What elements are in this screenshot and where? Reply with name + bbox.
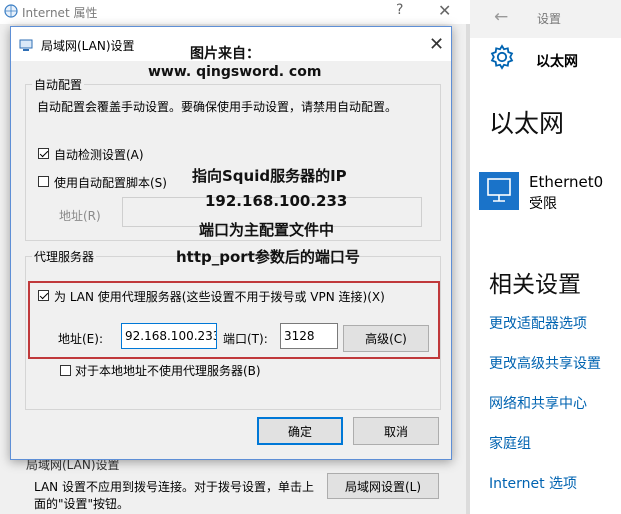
auto-detect-label[interactable]: 自动检测设置(A)	[54, 146, 144, 163]
use-script-checkbox[interactable]	[38, 176, 49, 187]
internet-properties-close-button[interactable]: ✕	[438, 1, 451, 20]
proxy-server-legend: 代理服务器	[34, 250, 95, 264]
cancel-button[interactable]: 取消	[353, 417, 439, 445]
settings-panel: ← 设置 以太网 以太网 Ethernet0 受限 相关设置 更改适配器选项 更…	[470, 0, 621, 514]
ethernet-name[interactable]: Ethernet0	[529, 173, 603, 191]
settings-topbar: ← 设置	[470, 0, 621, 38]
ethernet-monitor-icon	[487, 178, 511, 202]
link-advanced-sharing[interactable]: 更改高级共享设置	[489, 353, 601, 373]
lan-description: LAN 设置不应用到拨号连接。对于拨号设置，单击上面的"设置"按钮。	[34, 480, 314, 511]
link-network-sharing-center[interactable]: 网络和共享中心	[489, 393, 587, 413]
ok-button[interactable]: 确定	[257, 417, 343, 445]
link-internet-options[interactable]: Internet 选项	[489, 473, 577, 493]
lan-settings-dialog: 局域网(LAN)设置 ✕ 自动配置 自动配置会覆盖手动设置。要确保使用手动设置，…	[10, 26, 452, 460]
lan-dialog-title: 局域网(LAN)设置	[41, 39, 135, 53]
note-line3: 端口为主配置文件中	[199, 221, 335, 239]
internet-properties-titlebar: Internet 属性 ? ✕	[0, 0, 470, 24]
internet-options-icon	[4, 4, 18, 18]
use-proxy-checkbox[interactable]	[38, 290, 49, 301]
help-button[interactable]: ?	[396, 2, 403, 18]
use-proxy-label[interactable]: 为 LAN 使用代理服务器(这些设置不用于拨号或 VPN 连接)(X)	[54, 288, 385, 305]
bypass-local-label[interactable]: 对于本地地址不使用代理服务器(B)	[75, 362, 261, 379]
advanced-button[interactable]: 高级(C)	[343, 325, 429, 352]
use-script-label[interactable]: 使用自动配置脚本(S)	[54, 174, 167, 191]
link-homegroup[interactable]: 家庭组	[489, 433, 531, 453]
auto-detect-checkbox[interactable]	[38, 148, 49, 159]
network-settings-icon	[19, 39, 33, 51]
settings-home-label[interactable]: 以太网	[536, 51, 578, 71]
link-change-adapter-options[interactable]: 更改适配器选项	[489, 313, 587, 333]
ethernet-status: 受限	[529, 196, 557, 212]
related-settings-heading: 相关设置	[489, 272, 581, 298]
back-arrow-icon[interactable]: ←	[494, 7, 508, 27]
auto-config-description: 自动配置会覆盖手动设置。要确保使用手动设置，请禁用自动配置。	[37, 100, 398, 114]
source-annotation-line1: 图片来自：	[190, 46, 260, 62]
lan-settings-button[interactable]: 局域网设置(L)	[327, 473, 439, 499]
proxy-port-label: 端口(T):	[223, 332, 268, 346]
note-line4: http_port参数后的端口号	[176, 248, 360, 266]
proxy-address-input[interactable]: 92.168.100.233	[121, 323, 217, 349]
script-address-label: 地址(R)	[59, 209, 101, 223]
lan-dialog-close-button[interactable]: ✕	[429, 34, 444, 55]
proxy-port-input[interactable]: 3128	[280, 323, 338, 349]
ethernet-tile[interactable]	[479, 172, 519, 210]
settings-title: 设置	[537, 12, 562, 26]
proxy-address-label: 地址(E):	[58, 332, 103, 346]
gear-icon[interactable]	[488, 43, 516, 71]
ethernet-heading: 以太网	[489, 109, 565, 138]
source-annotation-line2: www. qingsword. com	[148, 64, 322, 80]
note-line2: 192.168.100.233	[205, 192, 348, 210]
internet-properties-title: Internet 属性	[22, 6, 98, 20]
note-line1: 指向Squid服务器的IP	[192, 167, 347, 185]
auto-config-legend: 自动配置	[34, 78, 83, 92]
bypass-local-checkbox[interactable]	[60, 365, 71, 376]
